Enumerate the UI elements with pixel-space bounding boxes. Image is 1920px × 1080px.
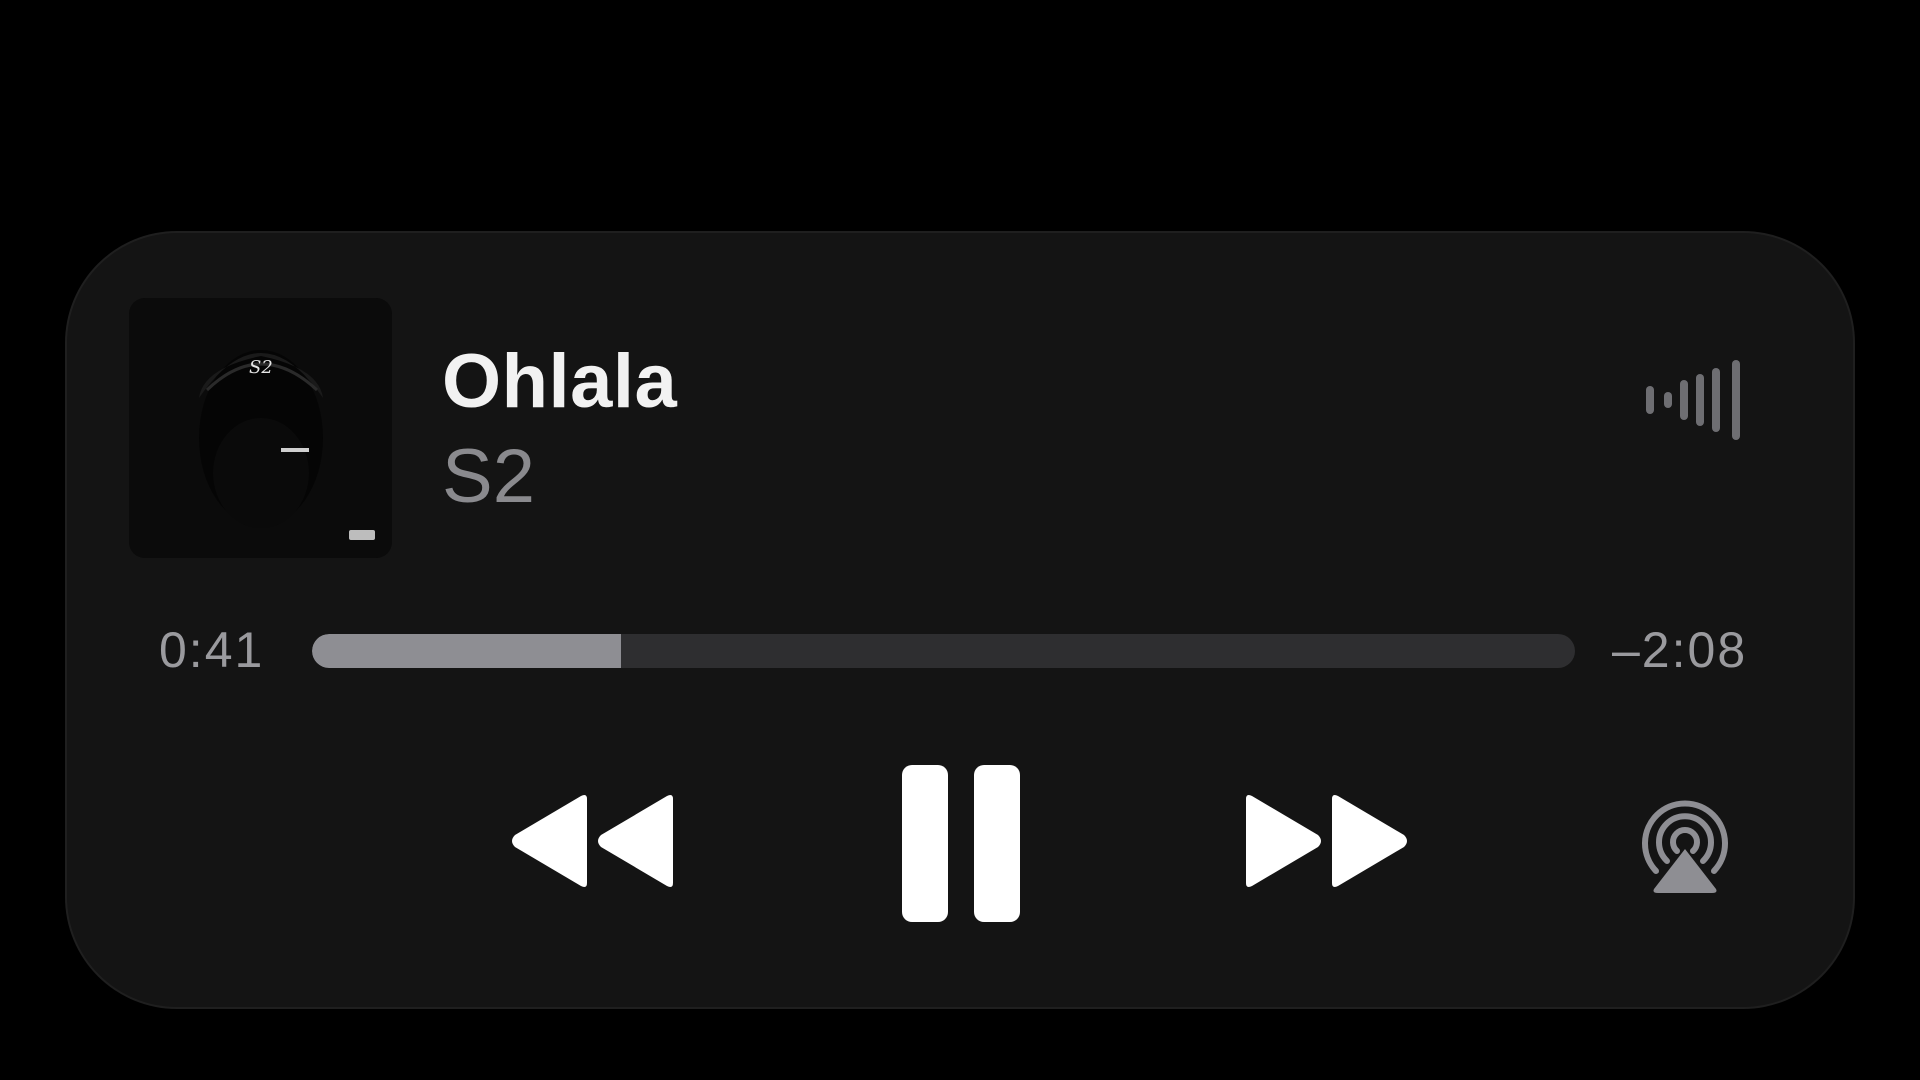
waveform-icon[interactable] <box>1644 358 1749 443</box>
track-artist[interactable]: S2 <box>442 433 535 520</box>
fast-forward-button[interactable] <box>1244 793 1410 889</box>
progress-bar[interactable] <box>312 634 1575 668</box>
album-artwork[interactable]: S2 <box>129 298 392 558</box>
remaining-time: –2:08 <box>1612 622 1748 678</box>
track-title: Ohlala <box>442 339 678 424</box>
elapsed-time: 0:41 <box>159 622 265 678</box>
rewind-icon <box>512 795 673 887</box>
pause-icon <box>902 765 1020 922</box>
rewind-button[interactable] <box>509 793 675 889</box>
album-artwork-image: S2 <box>129 298 392 558</box>
progress-fill <box>312 634 622 668</box>
now-playing-card: S2 Ohlala S2 0:41 –2:08 <box>67 233 1853 1007</box>
pause-button[interactable] <box>902 765 1020 922</box>
artwork-text: S2 <box>249 357 273 378</box>
airplay-button[interactable] <box>1634 793 1736 893</box>
fast-forward-icon <box>1246 795 1407 887</box>
airplay-icon <box>1642 800 1728 893</box>
